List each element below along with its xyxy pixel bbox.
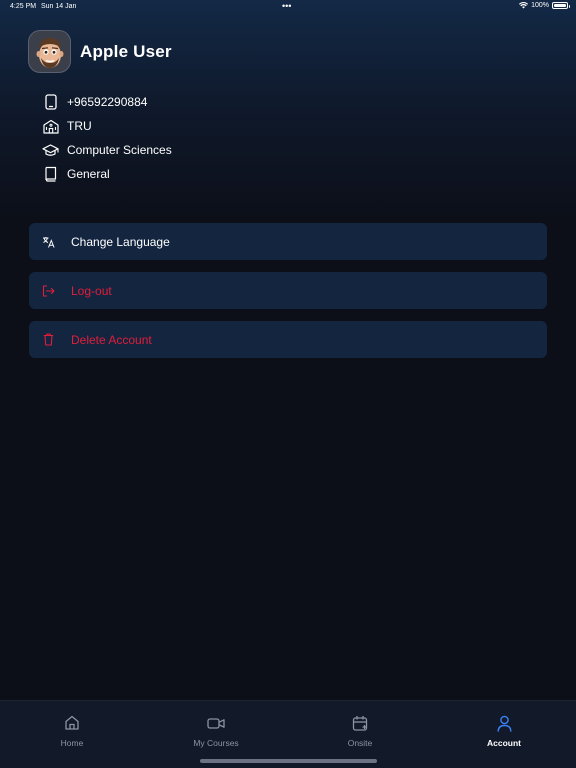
battery-percent: 100% (531, 2, 549, 9)
change-language-label: Change Language (71, 234, 170, 249)
user-icon (494, 713, 514, 733)
tab-home-label: Home (60, 738, 84, 748)
calendar-add-icon (350, 713, 370, 733)
tab-my-courses-label: My Courses (193, 738, 239, 748)
user-name: Apple User (80, 41, 172, 61)
book-icon (42, 166, 59, 183)
wifi-icon (519, 2, 529, 9)
info-row-phone: +96592290884 (42, 90, 172, 114)
phone-number: +96592290884 (67, 95, 148, 109)
trash-icon (41, 333, 55, 347)
tab-account[interactable]: Account (432, 701, 576, 761)
info-row-level: General (42, 162, 172, 186)
home-indicator[interactable] (200, 759, 377, 763)
delete-account-button[interactable]: Delete Account (29, 321, 547, 358)
university-name: TRU (67, 119, 92, 133)
tab-bar: Home My Courses Onsite Account (0, 700, 576, 768)
level-name: General (67, 167, 110, 181)
profile-header: Apple User (28, 30, 172, 73)
translate-icon (41, 235, 55, 249)
info-row-major: Computer Sciences (42, 138, 172, 162)
tab-my-courses[interactable]: My Courses (144, 701, 288, 761)
home-icon (62, 713, 82, 733)
logout-button[interactable]: Log-out (29, 272, 547, 309)
memoji-avatar-icon (36, 37, 63, 68)
avatar (28, 30, 71, 73)
logout-icon (41, 284, 55, 298)
tab-account-label: Account (487, 738, 521, 748)
delete-account-label: Delete Account (71, 332, 152, 347)
status-bar: 4:25 PM Sun 14 Jan ••• 100% (0, 0, 576, 14)
change-language-button[interactable]: Change Language (29, 223, 547, 260)
status-indicators: 100% (519, 2, 570, 9)
major-name: Computer Sciences (67, 143, 172, 157)
info-row-university: TRU (42, 114, 172, 138)
profile-info-list: +96592290884 TRU Computer Sciences Gener… (42, 90, 172, 186)
graduation-cap-icon (42, 142, 59, 159)
tab-onsite-label: Onsite (347, 738, 373, 748)
video-camera-icon (206, 713, 226, 733)
multitasking-dots-icon[interactable]: ••• (282, 1, 291, 11)
logout-label: Log-out (71, 283, 112, 298)
phone-icon (42, 94, 59, 111)
tab-home[interactable]: Home (0, 701, 144, 761)
building-icon (42, 118, 59, 135)
tab-onsite[interactable]: Onsite (288, 701, 432, 761)
status-time: 4:25 PM (10, 3, 37, 10)
status-date: Sun 14 Jan (41, 3, 77, 10)
battery-icon (552, 2, 570, 9)
